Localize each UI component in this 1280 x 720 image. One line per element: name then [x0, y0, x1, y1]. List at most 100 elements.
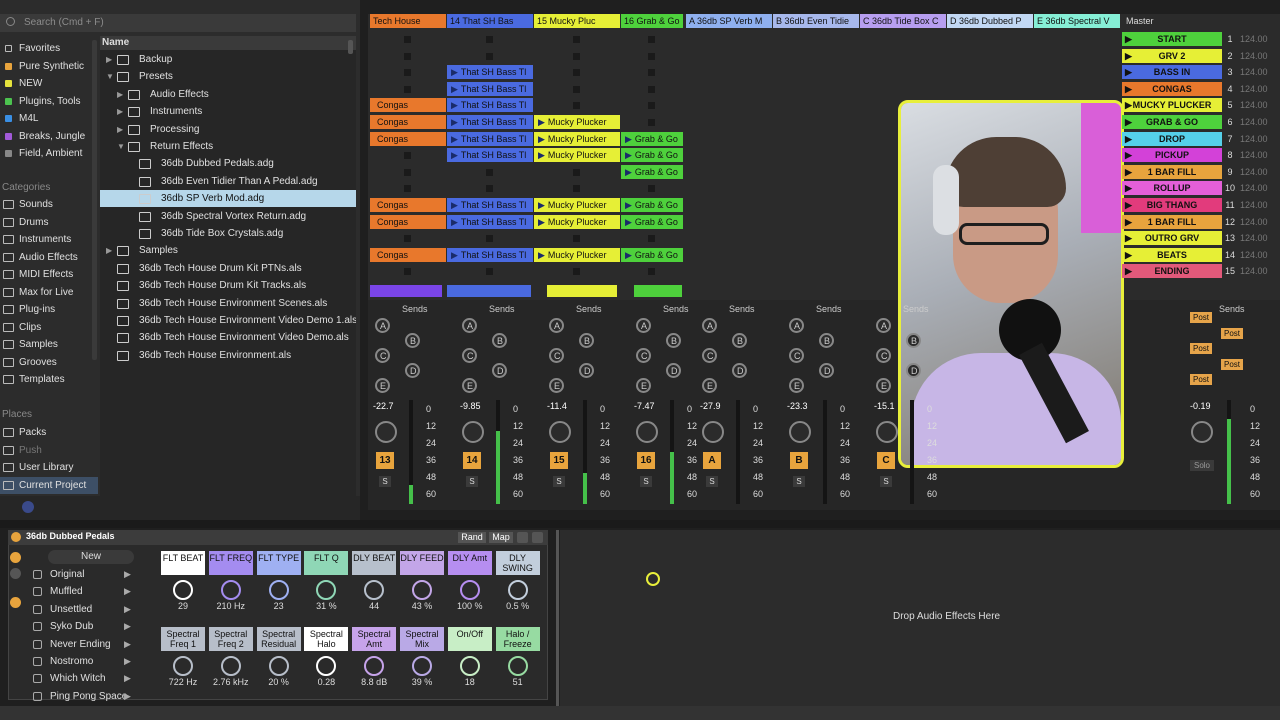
clip-slot[interactable]: ▶ Grab & Go [621, 148, 683, 163]
clip-slot[interactable]: ▶ Mucky Plucker [534, 115, 620, 129]
clip-slot[interactable]: ▶ Grab & Go [621, 164, 683, 179]
arrow-right-icon[interactable]: ▶ [124, 566, 131, 583]
sidebar-item-collection[interactable]: Plugins, Tools [0, 93, 98, 110]
empty-slot-stop-icon[interactable] [573, 185, 580, 193]
track-activator[interactable]: B [790, 452, 808, 469]
clip-slot[interactable]: ▶ That SH Bass Tl [447, 198, 533, 212]
solo-button[interactable]: S [880, 476, 892, 487]
play-icon[interactable]: ▶ [538, 134, 545, 144]
solo-button[interactable]: S [553, 476, 565, 487]
play-icon[interactable]: ▶ [1125, 165, 1132, 179]
file-row[interactable]: 36db Tech House Drum Kit Tracks.als [100, 277, 356, 294]
track-header[interactable]: Tech House [370, 14, 446, 28]
empty-slot-stop-icon[interactable] [404, 36, 411, 43]
solo-button[interactable]: S [379, 476, 391, 487]
macro-label[interactable]: DLY BEAT [352, 551, 397, 575]
empty-slot-stop-icon[interactable] [404, 268, 411, 276]
play-icon[interactable]: ▶ [1125, 181, 1132, 195]
scene-launch[interactable]: ▶ BEATS [1122, 247, 1222, 262]
arrow-right-icon[interactable]: ▶ [124, 670, 131, 687]
play-icon[interactable]: ▶ [1125, 215, 1132, 229]
arrow-right-icon[interactable]: ▶ [124, 583, 131, 600]
clip-slot[interactable]: Congas [370, 98, 446, 113]
sidebar-item-category[interactable]: Samples [0, 336, 98, 353]
preset-item[interactable]: Unsettled ▶ [33, 601, 140, 618]
scene-tempo[interactable]: 124.00 [1240, 231, 1280, 245]
pan-knob[interactable] [789, 421, 811, 443]
play-icon[interactable]: ▶ [1125, 98, 1132, 112]
arrow-right-icon[interactable]: ▶ [124, 618, 131, 635]
expand-arrow-icon[interactable]: ▶ [117, 103, 125, 120]
play-icon[interactable]: ▶ [538, 200, 545, 210]
pan-knob[interactable] [462, 421, 484, 443]
scene-launch[interactable]: ▶ GRAB & GO [1122, 115, 1222, 129]
track-header[interactable]: B 36db Even Tidie [773, 14, 859, 28]
sidebar-item-place[interactable]: Packs [0, 424, 98, 441]
track-header[interactable]: 15 Mucky Pluc [534, 14, 620, 28]
sidebar-item-category[interactable]: Templates [0, 371, 98, 388]
scene-tempo[interactable]: 124.00 [1240, 98, 1280, 112]
volume-value[interactable]: -15.1 [874, 401, 895, 411]
scene-tempo[interactable]: 124.00 [1240, 115, 1280, 129]
play-icon[interactable]: ▶ [625, 167, 632, 177]
macro-label[interactable]: Spectral Residual [256, 627, 301, 651]
empty-slot-stop-icon[interactable] [573, 85, 580, 93]
solo-button[interactable]: S [640, 476, 652, 487]
macro-label[interactable]: Spectral Amt [352, 627, 397, 651]
play-icon[interactable]: ▶ [451, 150, 458, 160]
macro-label[interactable]: Spectral Freq 1 [161, 627, 205, 651]
post-button[interactable]: Post [1221, 358, 1243, 370]
scene-launch[interactable]: ▶ BASS IN [1122, 65, 1222, 80]
clip-slot[interactable]: ▶ That SH Bass Tl [447, 115, 533, 129]
sidebar-item-collection[interactable]: NEW [0, 75, 98, 92]
file-row[interactable]: 36db Tech House Environment Video Demo 1… [100, 312, 356, 329]
sidebar-item-collection[interactable]: Pure Synthetic [0, 58, 98, 75]
sidebar-item-category[interactable]: Sounds [0, 196, 98, 213]
file-row[interactable]: 36db Tide Box Crystals.adg [100, 225, 356, 242]
sidebar-item-place[interactable]: Push [0, 442, 98, 459]
file-row[interactable]: 36db Spectral Vortex Return.adg [100, 208, 356, 225]
play-icon[interactable]: ▶ [1125, 132, 1132, 146]
scene-launch[interactable]: ▶ MUCKY PLUCKER [1122, 98, 1222, 113]
empty-slot-stop-icon[interactable] [573, 268, 580, 276]
post-button[interactable]: Post [1221, 327, 1243, 339]
scene-tempo[interactable]: 124.00 [1240, 82, 1280, 96]
file-row[interactable]: ▶ Samples [100, 242, 356, 259]
post-button[interactable]: Post [1190, 343, 1212, 354]
master-pan-knob[interactable] [1191, 421, 1213, 443]
sidebar-item-category[interactable]: Drums [0, 214, 98, 231]
volume-value[interactable]: -7.47 [634, 401, 655, 411]
expand-arrow-icon[interactable]: ▶ [117, 121, 125, 138]
play-icon[interactable]: ▶ [451, 200, 458, 210]
clip-slot[interactable]: Congas [370, 115, 446, 129]
macro-knob[interactable] [268, 580, 289, 600]
empty-slot-stop-icon[interactable] [648, 85, 655, 93]
map-button[interactable]: Map [489, 532, 513, 543]
settings-icon[interactable] [517, 532, 528, 543]
device-toggle-icon[interactable] [10, 597, 21, 608]
sidebar-item-category[interactable]: Instruments [0, 231, 98, 248]
empty-slot-stop-icon[interactable] [648, 36, 655, 43]
track-header[interactable]: E 36db Spectral V [1034, 14, 1120, 28]
track-header[interactable]: C 36db Tide Box C [860, 14, 946, 28]
play-icon[interactable]: ▶ [451, 100, 458, 110]
arrow-right-icon[interactable]: ▶ [124, 653, 131, 670]
macro-knob[interactable] [220, 580, 241, 600]
clip-slot[interactable]: ▶ Mucky Plucker [534, 131, 620, 146]
macro-label[interactable]: Spectral Mix [400, 627, 444, 651]
empty-slot-stop-icon[interactable] [648, 102, 655, 110]
file-row[interactable]: ▶ Instruments [100, 103, 356, 120]
clip-slot[interactable]: ▶ Grab & Go [621, 198, 683, 212]
volume-value[interactable]: -22.7 [373, 401, 394, 411]
macro-knob[interactable] [459, 580, 480, 600]
pan-knob[interactable] [549, 421, 571, 443]
save-icon[interactable] [532, 532, 543, 543]
empty-slot-stop-icon[interactable] [404, 69, 411, 77]
scene-tempo[interactable]: 124.00 [1240, 165, 1280, 179]
macro-label[interactable]: Spectral Halo [304, 627, 349, 651]
file-row[interactable]: 36db SP Verb Mod.adg [100, 190, 356, 208]
play-icon[interactable]: ▶ [1125, 82, 1132, 96]
play-icon[interactable]: ▶ [1125, 264, 1132, 278]
clip-slot[interactable]: ▶ That SH Bass Tl [447, 98, 533, 113]
search-input[interactable]: Search (Cmd + F) [0, 14, 356, 32]
